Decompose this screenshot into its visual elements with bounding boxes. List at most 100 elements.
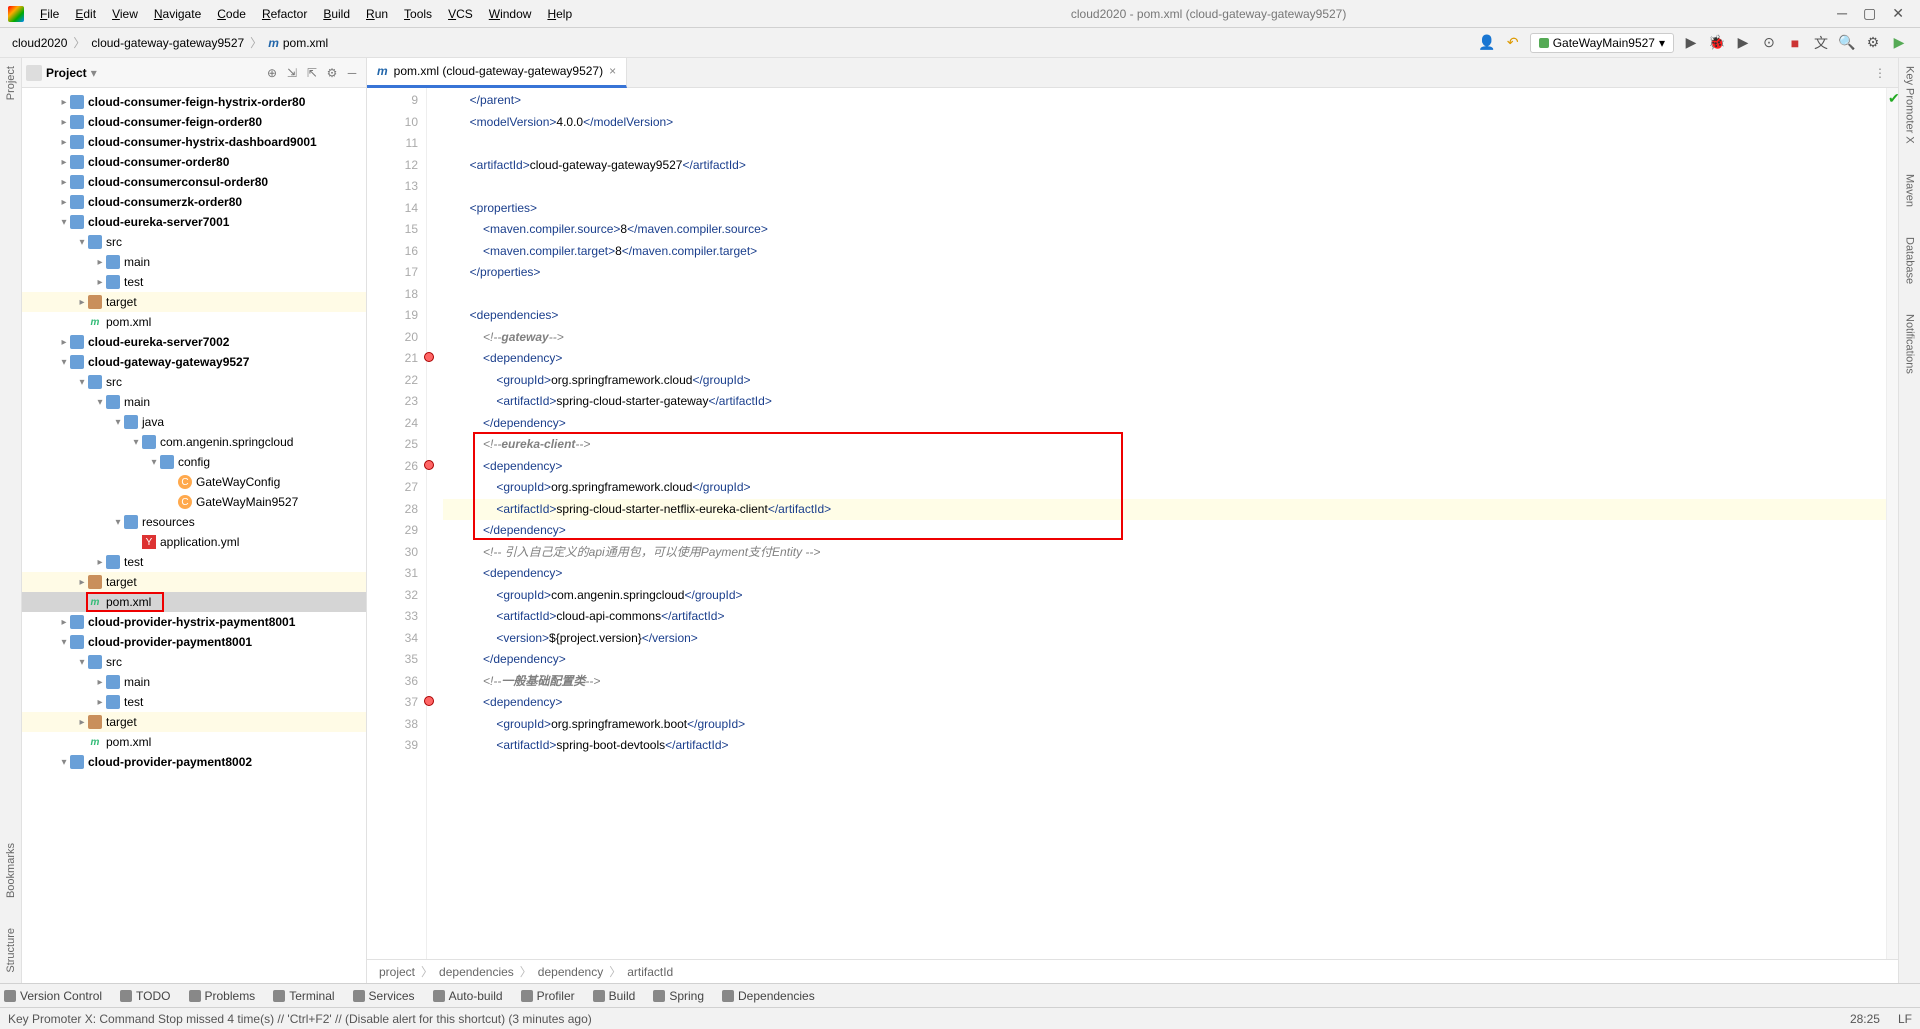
menu-code[interactable]: Code — [209, 7, 254, 21]
tree-arrow[interactable]: ▾ — [130, 437, 142, 448]
tree-arrow[interactable]: ▾ — [76, 657, 88, 668]
add-user-icon[interactable]: 👤 — [1477, 33, 1497, 53]
tool-build[interactable]: Build — [593, 989, 636, 1003]
tree-arrow[interactable]: ▾ — [58, 637, 70, 648]
collapse-icon[interactable]: ⇱ — [302, 66, 322, 80]
code-crumb-dependency[interactable]: dependency — [538, 965, 603, 979]
minimize-icon[interactable]: ─ — [1837, 5, 1847, 22]
project-view-selector[interactable]: ▾ — [91, 66, 97, 80]
tree-settings-icon[interactable]: ⚙ — [322, 66, 342, 80]
menu-vcs[interactable]: VCS — [440, 7, 481, 21]
tree-item[interactable]: ▾java — [22, 412, 366, 432]
tree-item[interactable]: ▸target — [22, 712, 366, 732]
menu-run[interactable]: Run — [358, 7, 396, 21]
run-button[interactable]: ▶ — [1681, 33, 1701, 53]
tree-item[interactable]: ▸cloud-consumerconsul-order80 — [22, 172, 366, 192]
menu-navigate[interactable]: Navigate — [146, 7, 209, 21]
back-icon[interactable]: ↶ — [1503, 33, 1523, 53]
tree-item[interactable]: ▾resources — [22, 512, 366, 532]
tree-arrow[interactable]: ▸ — [58, 617, 70, 628]
tree-arrow[interactable]: ▸ — [94, 557, 106, 568]
stripe-project[interactable]: Project — [5, 66, 17, 100]
inspection-ok-icon[interactable]: ✔ — [1888, 90, 1897, 100]
tree-arrow[interactable]: ▸ — [58, 117, 70, 128]
code-crumb-artifactId[interactable]: artifactId — [627, 965, 673, 979]
code-editor[interactable]: </parent> <modelVersion>4.0.0</modelVers… — [427, 88, 1886, 959]
tree-item[interactable]: ▸cloud-provider-hystrix-payment8001 — [22, 612, 366, 632]
tool-services[interactable]: Services — [353, 989, 415, 1003]
tool-version-control[interactable]: Version Control — [4, 989, 102, 1003]
tab-pom-xml[interactable]: m pom.xml (cloud-gateway-gateway9527) × — [367, 58, 627, 88]
tool-window-icon[interactable] — [26, 65, 42, 81]
tree-arrow[interactable]: ▸ — [76, 577, 88, 588]
tree-item[interactable]: CGateWayMain9527 — [22, 492, 366, 512]
tree-arrow[interactable]: ▸ — [58, 337, 70, 348]
tree-item[interactable]: ▾src — [22, 372, 366, 392]
code-crumb-dependencies[interactable]: dependencies — [439, 965, 514, 979]
tree-arrow[interactable]: ▸ — [58, 97, 70, 108]
expand-icon[interactable]: ⇲ — [282, 66, 302, 80]
breadcrumb-module[interactable]: cloud-gateway-gateway9527 — [87, 34, 248, 52]
tree-item[interactable]: ▸main — [22, 672, 366, 692]
breadcrumb-root[interactable]: cloud2020 — [8, 34, 71, 52]
search-icon[interactable]: 🔍 — [1837, 33, 1857, 53]
tree-arrow[interactable]: ▸ — [94, 697, 106, 708]
tree-arrow[interactable]: ▾ — [58, 357, 70, 368]
stripe-keypromoter[interactable]: Key Promoter X — [1904, 66, 1916, 144]
tree-arrow[interactable]: ▾ — [58, 217, 70, 228]
tree-item[interactable]: mpom.xml — [22, 592, 366, 612]
tree-arrow[interactable]: ▾ — [76, 237, 88, 248]
tree-item[interactable]: ▸target — [22, 292, 366, 312]
tree-item[interactable]: ▸cloud-consumer-feign-order80 — [22, 112, 366, 132]
maximize-icon[interactable]: ▢ — [1863, 5, 1876, 22]
tree-item[interactable]: ▸target — [22, 572, 366, 592]
tree-item[interactable]: ▾config — [22, 452, 366, 472]
tree-item[interactable]: ▾cloud-provider-payment8001 — [22, 632, 366, 652]
stripe-database[interactable]: Database — [1904, 237, 1916, 284]
tree-arrow[interactable]: ▸ — [58, 137, 70, 148]
tree-item[interactable]: mpom.xml — [22, 732, 366, 752]
menu-view[interactable]: View — [104, 7, 146, 21]
tool-todo[interactable]: TODO — [120, 989, 170, 1003]
project-title[interactable]: Project — [46, 66, 87, 80]
hide-icon[interactable]: ─ — [342, 66, 362, 80]
tree-item[interactable]: CGateWayConfig — [22, 472, 366, 492]
settings-icon[interactable]: ⚙ — [1863, 33, 1883, 53]
stop-button[interactable]: ■ — [1785, 33, 1805, 53]
tree-item[interactable]: ▸test — [22, 692, 366, 712]
menu-build[interactable]: Build — [315, 7, 358, 21]
tree-arrow[interactable]: ▾ — [58, 757, 70, 768]
tree-item[interactable]: ▸test — [22, 272, 366, 292]
stripe-maven[interactable]: Maven — [1904, 174, 1916, 207]
tree-item[interactable]: ▾cloud-gateway-gateway9527 — [22, 352, 366, 372]
tree-item[interactable]: ▾com.angenin.springcloud — [22, 432, 366, 452]
coverage-button[interactable]: ▶ — [1733, 33, 1753, 53]
tree-item[interactable]: ▸cloud-consumer-hystrix-dashboard9001 — [22, 132, 366, 152]
stripe-bookmarks[interactable]: Bookmarks — [5, 843, 17, 898]
run-config-selector[interactable]: GateWayMain9527 ▾ — [1530, 33, 1674, 53]
breadcrumb-file[interactable]: mpom.xml — [264, 34, 332, 52]
menu-window[interactable]: Window — [481, 7, 540, 21]
menu-refactor[interactable]: Refactor — [254, 7, 315, 21]
project-tree[interactable]: ▸cloud-consumer-feign-hystrix-order80▸cl… — [22, 88, 366, 983]
tree-arrow[interactable]: ▸ — [58, 197, 70, 208]
tree-arrow[interactable]: ▸ — [58, 157, 70, 168]
more-icon[interactable]: ▶ — [1889, 33, 1909, 53]
locate-icon[interactable]: ⊕ — [262, 66, 282, 80]
tree-item[interactable]: ▾src — [22, 652, 366, 672]
status-caret-pos[interactable]: 28:25 — [1850, 1012, 1880, 1026]
tool-spring[interactable]: Spring — [653, 989, 704, 1003]
gutter[interactable]: 9101112131415161718192021222324252627282… — [367, 88, 427, 959]
tool-dependencies[interactable]: Dependencies — [722, 989, 815, 1003]
tree-item[interactable]: ▸cloud-consumerzk-order80 — [22, 192, 366, 212]
code-crumb-project[interactable]: project — [379, 965, 415, 979]
tab-close-icon[interactable]: × — [609, 64, 616, 78]
close-icon[interactable]: ✕ — [1892, 5, 1904, 22]
tool-terminal[interactable]: Terminal — [273, 989, 334, 1003]
tree-item[interactable]: ▸cloud-consumer-feign-hystrix-order80 — [22, 92, 366, 112]
menu-edit[interactable]: Edit — [67, 7, 104, 21]
tree-arrow[interactable]: ▾ — [76, 377, 88, 388]
tree-arrow[interactable]: ▾ — [112, 417, 124, 428]
stripe-notifications[interactable]: Notifications — [1904, 314, 1916, 374]
tree-item[interactable]: ▾main — [22, 392, 366, 412]
